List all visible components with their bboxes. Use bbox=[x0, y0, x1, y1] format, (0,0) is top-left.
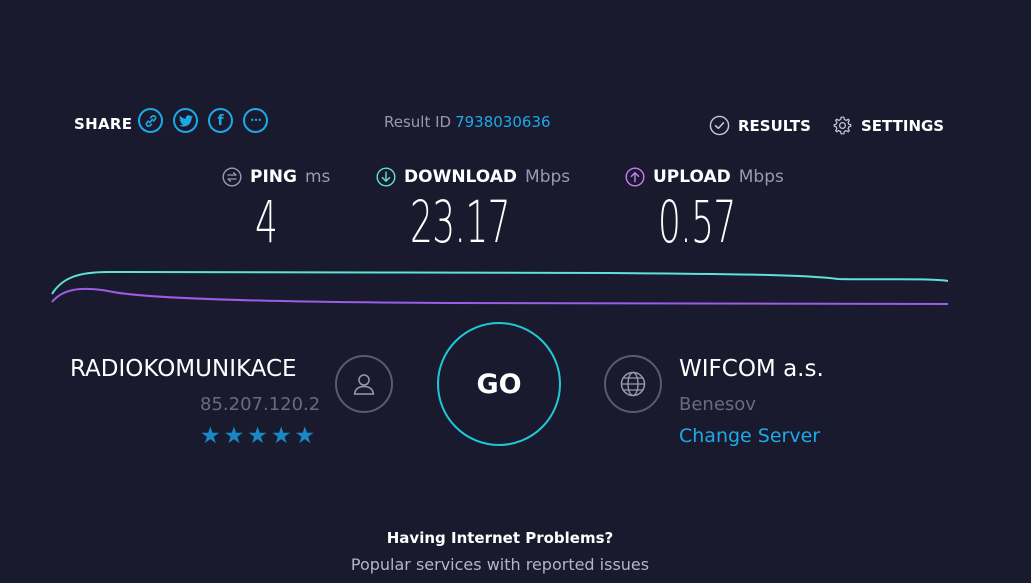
download-header: DOWNLOAD Mbps bbox=[376, 167, 570, 187]
facebook-icon: f bbox=[217, 112, 224, 129]
isp-rating-stars[interactable]: ★★★★★ bbox=[200, 423, 318, 449]
settings-link[interactable]: SETTINGS bbox=[832, 115, 944, 136]
results-link[interactable]: RESULTS bbox=[709, 115, 811, 136]
more-icon: ••• bbox=[249, 116, 262, 125]
download-value: 23.17 bbox=[410, 188, 510, 256]
share-link-button[interactable] bbox=[138, 108, 163, 133]
share-more-button[interactable]: ••• bbox=[243, 108, 268, 133]
isp-ip: 85.207.120.2 bbox=[200, 394, 321, 415]
result-id: Result ID 7938030636 bbox=[384, 113, 551, 131]
ping-icon bbox=[222, 167, 242, 187]
download-label: DOWNLOAD bbox=[404, 167, 518, 187]
share-twitter-button[interactable] bbox=[173, 108, 198, 133]
upload-unit: Mbps bbox=[738, 167, 784, 187]
change-server-link[interactable]: Change Server bbox=[679, 425, 820, 447]
ping-header: PING ms bbox=[222, 167, 330, 187]
server-icon-circle bbox=[604, 355, 662, 413]
gear-icon bbox=[833, 116, 852, 135]
upload-icon bbox=[625, 167, 645, 187]
upload-value: 0.57 bbox=[658, 188, 736, 256]
share-facebook-button[interactable]: f bbox=[208, 108, 233, 133]
upload-speed-line bbox=[51, 287, 949, 305]
twitter-icon bbox=[178, 114, 193, 127]
problems-title: Having Internet Problems? bbox=[386, 529, 614, 547]
check-circle-icon bbox=[709, 115, 730, 136]
ping-unit: ms bbox=[304, 167, 331, 187]
problems-subtitle: Popular services with reported issues bbox=[350, 555, 650, 574]
isp-name: RADIOKOMUNIKACE bbox=[70, 356, 297, 382]
upload-header: UPLOAD Mbps bbox=[625, 167, 784, 187]
share-label: SHARE bbox=[74, 115, 133, 133]
download-unit: Mbps bbox=[525, 167, 571, 187]
go-button[interactable]: GO bbox=[437, 322, 561, 446]
go-label: GO bbox=[476, 368, 522, 400]
upload-label: UPLOAD bbox=[653, 167, 731, 187]
settings-label: SETTINGS bbox=[861, 116, 945, 135]
speed-graph bbox=[51, 270, 949, 305]
isp-icon-circle bbox=[335, 355, 393, 413]
result-id-label: Result ID bbox=[384, 113, 452, 131]
download-speed-line bbox=[51, 270, 949, 295]
result-id-link[interactable]: 7938030636 bbox=[455, 113, 550, 131]
results-label: RESULTS bbox=[738, 116, 811, 135]
server-location: Benesov bbox=[679, 394, 756, 415]
ping-label: PING bbox=[250, 167, 297, 187]
user-icon bbox=[353, 374, 375, 395]
globe-icon bbox=[620, 371, 646, 397]
link-icon bbox=[145, 114, 156, 127]
server-name: WIFCOM a.s. bbox=[679, 356, 824, 382]
download-icon bbox=[376, 167, 396, 187]
ping-value: 4 bbox=[255, 188, 278, 256]
